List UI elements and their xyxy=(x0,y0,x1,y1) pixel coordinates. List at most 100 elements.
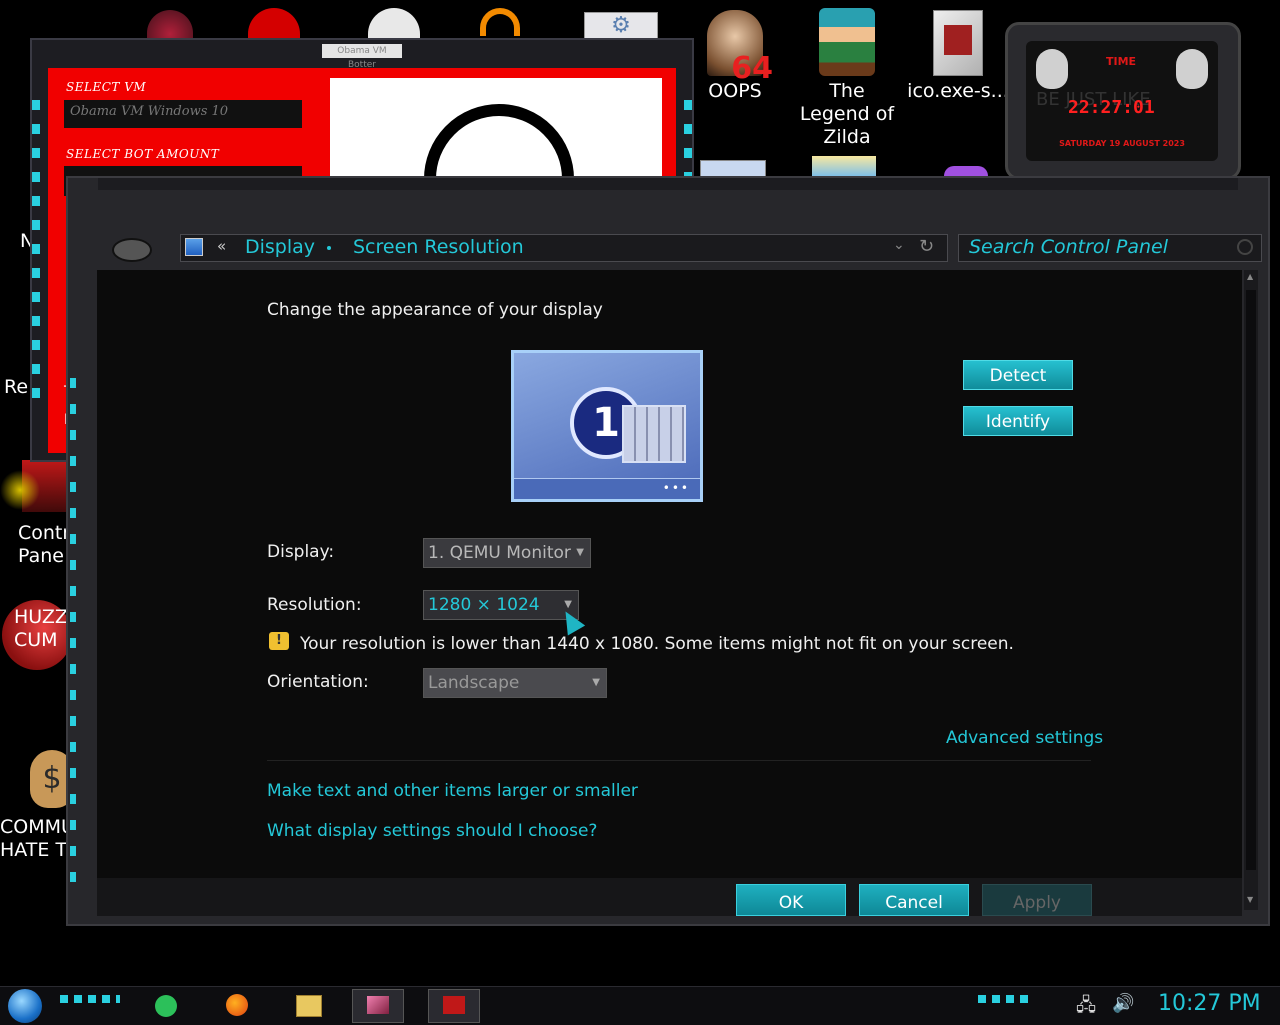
search-box[interactable]: Search Control Panel xyxy=(958,234,1262,262)
desktop-top-icon-5[interactable]: ⚙ xyxy=(584,12,658,40)
content-pane: Change the appearance of your display 1 … xyxy=(97,270,1242,878)
resolution-label: Resolution: xyxy=(267,595,362,615)
display-dropdown[interactable]: 1. QEMU Monitor ▼ xyxy=(423,538,591,568)
window-top-bar xyxy=(98,178,1238,190)
desktop-icon-huzz[interactable]: HUZZ CUM xyxy=(0,600,76,670)
portrait-icon: 64 xyxy=(707,10,773,84)
left-rail xyxy=(70,378,76,898)
desktop-icon-oops[interactable]: 64 OOPS xyxy=(692,10,778,103)
desktop-icon-label-re: Re xyxy=(4,376,29,398)
monitor-bottom-strip: ••• xyxy=(514,478,700,499)
desktop-icon-label: ico.exe-s... xyxy=(907,80,1009,102)
desktop-icon-label: HUZZ CUM xyxy=(14,606,68,651)
taskbar-app-2[interactable] xyxy=(428,989,480,1023)
desktop-icon-ico-exe[interactable]: ico.exe-s... xyxy=(906,10,1010,103)
monitor-icon xyxy=(185,238,203,256)
display-label: Display: xyxy=(267,542,335,562)
clock-time: 22:27:01 xyxy=(1068,97,1155,118)
taskbar-app-1[interactable] xyxy=(352,989,404,1023)
pink-window-icon xyxy=(367,996,389,1014)
desktop-icon-zilda[interactable]: The Legend of Zilda xyxy=(792,8,902,149)
breadcrumb-display[interactable]: Display xyxy=(245,236,315,258)
pixel-character-icon xyxy=(819,8,875,76)
desktop-icon-commu[interactable]: $ COMMU HATE T xyxy=(0,750,76,862)
select-vm-label: SELECT VM xyxy=(66,80,147,94)
file-explorer-icon[interactable] xyxy=(296,995,322,1017)
bot-app-left-rail xyxy=(32,100,40,400)
firefox-icon[interactable] xyxy=(226,994,248,1016)
chevron-down-icon[interactable]: ⌄ xyxy=(893,237,905,253)
desktop-top-icon-3[interactable] xyxy=(364,8,424,40)
taskbar-clock[interactable]: 10:27 PM xyxy=(1158,991,1261,1016)
taskbar-accent-left xyxy=(60,995,120,1003)
network-icon[interactable]: 🖧 xyxy=(1076,993,1096,1023)
chevron-down-icon: ▼ xyxy=(592,677,600,688)
scroll-thumb[interactable] xyxy=(1246,290,1256,870)
display-dropdown-value: 1. QEMU Monitor xyxy=(428,543,571,563)
divider xyxy=(267,760,1091,761)
text-size-link[interactable]: Make text and other items larger or smal… xyxy=(267,781,638,801)
breadcrumb-screen-resolution[interactable]: Screen Resolution xyxy=(353,236,524,258)
search-icon xyxy=(1237,239,1253,255)
partial-icon-c xyxy=(944,166,988,176)
clock-date: saturday 19 august 2023 xyxy=(1059,139,1185,148)
resolution-dropdown[interactable]: 1280 × 1024 ▼ xyxy=(423,590,579,620)
button-bar: OK Cancel Apply xyxy=(97,878,1242,916)
select-bot-label: SELECT BOT AMOUNT xyxy=(66,147,220,161)
resolution-dropdown-value: 1280 × 1024 xyxy=(428,595,540,615)
notes-app-icon[interactable] xyxy=(155,995,177,1017)
orb-icon xyxy=(147,10,193,40)
desktop-top-icon-4[interactable] xyxy=(470,8,530,38)
scroll-down-icon[interactable]: ▼ xyxy=(1247,895,1253,904)
desktop-icon-label: The Legend of Zilda xyxy=(799,80,895,148)
select-vm-field[interactable]: Obama VM Windows 10 xyxy=(64,100,302,128)
orientation-label: Orientation: xyxy=(267,672,369,692)
orange-ring-icon xyxy=(480,8,520,36)
taskbar: 🖧 🔊 10:27 PM xyxy=(0,986,1280,1025)
orientation-dropdown-value: Landscape xyxy=(428,673,520,693)
search-placeholder: Search Control Panel xyxy=(969,236,1168,258)
address-bar[interactable]: « Display Screen Resolution ⌄ ↻ xyxy=(180,234,948,262)
scroll-up-icon[interactable]: ▲ xyxy=(1247,272,1253,281)
nav-orb-icon[interactable] xyxy=(112,238,152,262)
taskbar-accent-right xyxy=(978,995,1028,1003)
desktop-top-icon-2[interactable] xyxy=(244,8,304,40)
chevron-down-icon: ▼ xyxy=(576,547,584,558)
alien-head-icon-left xyxy=(1036,49,1068,89)
partial-icon-b xyxy=(812,156,876,176)
breadcrumb-chevron: « xyxy=(217,237,227,255)
resolution-warning: Your resolution is lower than 1440 x 108… xyxy=(300,634,1014,654)
monitor-grid-icon xyxy=(622,405,686,463)
desktop-icon-label: COMMU HATE T xyxy=(0,816,75,861)
white-circle-icon xyxy=(368,8,420,40)
red-app-icon xyxy=(443,996,465,1014)
badge-64: 64 xyxy=(731,51,773,86)
orientation-dropdown[interactable]: Landscape ▼ xyxy=(423,668,607,698)
display-settings-help-link[interactable]: What display settings should I choose? xyxy=(267,821,597,841)
identify-button[interactable]: Identify xyxy=(963,406,1073,436)
gear-icon: ⚙ xyxy=(611,13,631,38)
page-heading: Change the appearance of your display xyxy=(267,300,603,320)
warning-icon: ! xyxy=(269,632,289,650)
advanced-settings-link[interactable]: Advanced settings xyxy=(946,728,1103,748)
vertical-scrollbar[interactable]: ▲ ▼ xyxy=(1244,270,1258,910)
ok-button[interactable]: OK xyxy=(736,884,846,916)
clock-title: TIME xyxy=(1106,55,1137,68)
start-orb-icon[interactable] xyxy=(8,989,42,1023)
screen-resolution-window[interactable]: « Display Screen Resolution ⌄ ↻ Search C… xyxy=(66,176,1270,926)
desktop-top-icon-1[interactable] xyxy=(140,10,200,40)
bot-app-title: Obama VM Botter xyxy=(322,44,402,70)
alien-head-icon-right xyxy=(1176,49,1208,89)
detect-button[interactable]: Detect xyxy=(963,360,1073,390)
breadcrumb-separator xyxy=(327,246,331,250)
file-shortcut-icon xyxy=(933,10,983,76)
red-disc-icon xyxy=(248,8,300,40)
volume-icon[interactable]: 🔊 xyxy=(1112,993,1134,1014)
clock-screen: TIME BE JUST LIKE 22:27:01 saturday 19 a… xyxy=(1026,41,1218,161)
clock-widget[interactable]: TIME BE JUST LIKE 22:27:01 saturday 19 a… xyxy=(1005,22,1241,180)
cancel-button[interactable]: Cancel xyxy=(859,884,969,916)
refresh-icon[interactable]: ↻ xyxy=(919,236,934,257)
monitor-number: 1 xyxy=(592,400,620,446)
yellow-glow xyxy=(0,470,40,510)
monitor-preview[interactable]: 1 ••• xyxy=(511,350,703,502)
